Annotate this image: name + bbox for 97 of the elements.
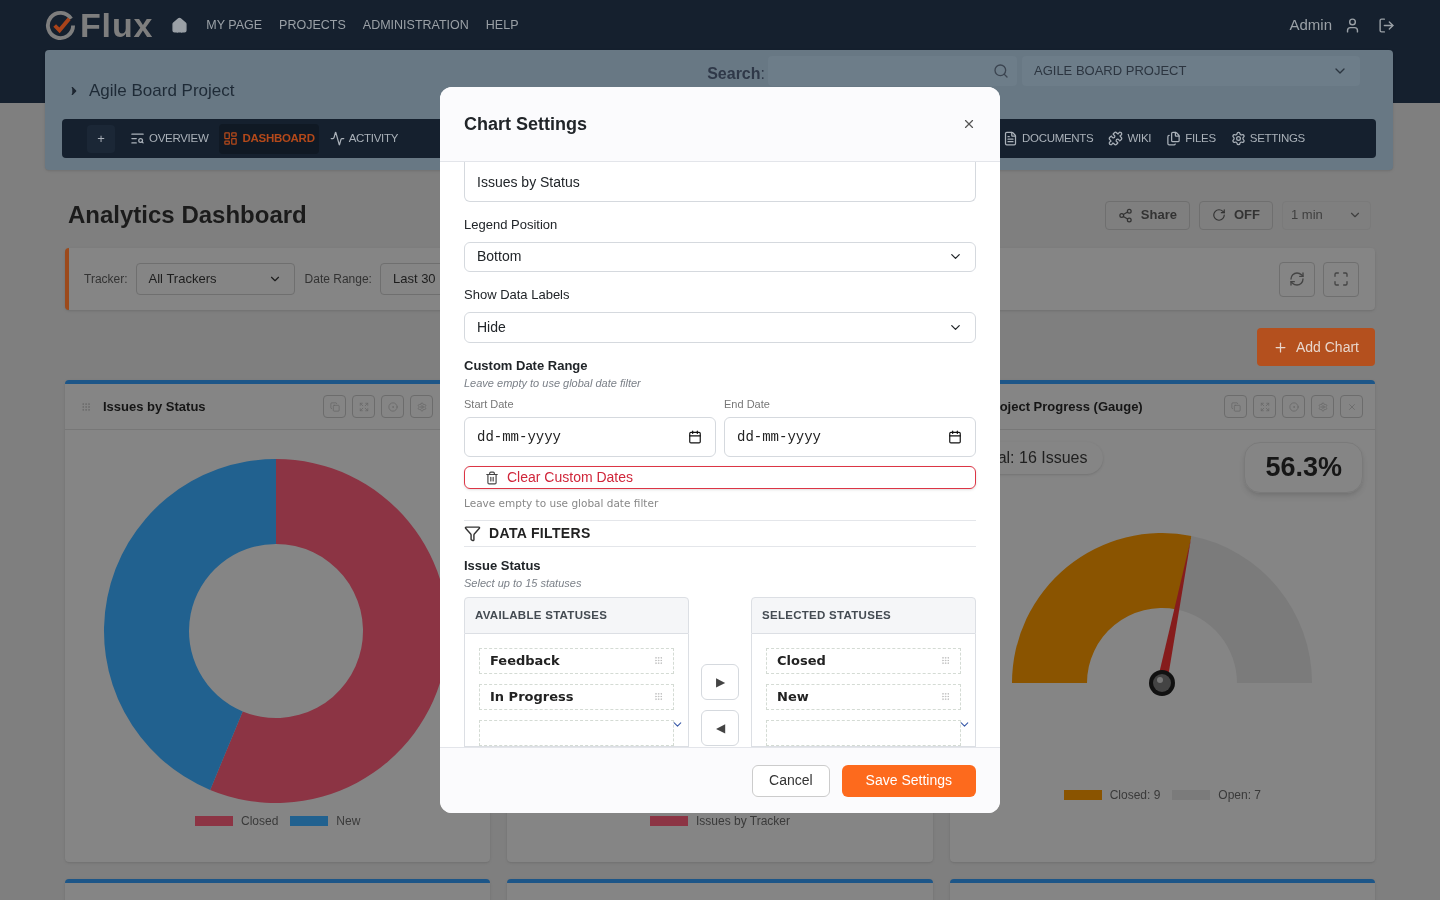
- calendar-icon[interactable]: [948, 430, 962, 445]
- filter-label: Date Range:: [304, 271, 372, 288]
- copy-button[interactable]: [1224, 395, 1247, 418]
- status-item[interactable]: Feedback: [479, 648, 674, 674]
- legend-label: New: [336, 813, 361, 830]
- search-field[interactable]: [768, 56, 1017, 86]
- project-title: Agile Board Project: [89, 80, 235, 102]
- nav-tab[interactable]: OVERVIEW: [126, 123, 213, 154]
- circle-dot-button[interactable]: [381, 395, 405, 418]
- search-icon: [993, 63, 1009, 79]
- nav-tab[interactable]: ACTIVITY: [325, 123, 403, 154]
- trash-icon: [485, 470, 499, 485]
- settings-button[interactable]: [410, 395, 434, 418]
- puzzle-icon: [1108, 131, 1124, 146]
- expand-button[interactable]: [1253, 395, 1276, 418]
- search-label: Search:: [707, 64, 765, 84]
- nav-tab[interactable]: SETTINGS: [1226, 123, 1309, 154]
- close-icon: [962, 117, 976, 131]
- nav-tab[interactable]: WIKI: [1104, 123, 1156, 154]
- page-title: Analytics Dashboard: [67, 200, 307, 230]
- field-label: Start Date: [464, 396, 515, 412]
- nav-link[interactable]: PROJECTS: [279, 15, 346, 35]
- nav-link[interactable]: HELP: [485, 15, 519, 35]
- status-item[interactable]: Closed: [766, 648, 961, 674]
- logout-icon[interactable]: [1378, 16, 1395, 34]
- logo-text: Flux: [80, 8, 154, 42]
- drag-handle-icon[interactable]: [654, 656, 663, 666]
- hint-text: Leave empty to use global date filter: [464, 376, 642, 392]
- legend-label: Closed: 9: [1109, 787, 1161, 804]
- status-item[interactable]: New: [766, 684, 961, 710]
- legend-position-select[interactable]: Bottom: [464, 241, 976, 273]
- dialog-title: Chart Settings: [464, 112, 587, 136]
- expand-icon: [1259, 401, 1270, 412]
- drag-handle-icon[interactable]: [941, 656, 950, 666]
- settings-button[interactable]: [1311, 395, 1334, 418]
- nav-tab[interactable]: DOCUMENTS: [998, 123, 1098, 154]
- close-button[interactable]: [962, 117, 976, 131]
- legend-label: Issues by Tracker: [695, 813, 790, 830]
- field-label: Custom Date Range: [464, 356, 589, 375]
- home-icon[interactable]: [171, 16, 189, 34]
- filter-icon: [464, 524, 481, 542]
- legend-label: Closed: [240, 813, 279, 830]
- files-icon: [1166, 131, 1182, 146]
- drag-handle-icon[interactable]: [941, 692, 950, 702]
- circle-dot-button[interactable]: [1282, 395, 1305, 418]
- list-header: AVAILABLE STATUSES: [464, 597, 689, 634]
- card-title: oject Progress (Gauge): [999, 397, 1144, 416]
- document-icon: [1002, 131, 1018, 146]
- date-field[interactable]: dd-mm-yyyy: [724, 417, 976, 458]
- pulse-icon: [329, 131, 345, 146]
- dashboard-icon: [223, 131, 239, 146]
- copy-button[interactable]: [323, 395, 347, 418]
- plus-icon: [1272, 339, 1288, 355]
- field-label: Show Data Labels: [464, 286, 571, 305]
- copy-icon: [1230, 401, 1241, 412]
- user-name: Admin: [1289, 14, 1332, 35]
- move-right-button[interactable]: ▶: [701, 664, 739, 700]
- field-label: Legend Position: [464, 216, 559, 234]
- copy-icon: [329, 401, 340, 412]
- field-label: End Date: [724, 396, 771, 412]
- refresh-button[interactable]: [1279, 261, 1315, 297]
- expand-icon: [358, 401, 369, 412]
- nav-tab[interactable]: FILES: [1162, 123, 1220, 154]
- share-icon: [1117, 207, 1133, 223]
- chart-title-field[interactable]: Issues by Status: [464, 162, 976, 202]
- fullscreen-button[interactable]: [1323, 261, 1359, 297]
- refresh-icon: [1212, 208, 1226, 222]
- move-left-button[interactable]: ◀: [701, 710, 739, 746]
- calendar-icon[interactable]: [688, 430, 702, 445]
- fullscreen-icon: [1333, 271, 1349, 287]
- hint-text: Select up to 15 statuses: [464, 576, 583, 592]
- filter-label: Tracker:: [84, 271, 128, 288]
- card-title: Issues by Status: [103, 397, 207, 416]
- legend-label: Open: 7: [1218, 787, 1262, 804]
- clear-dates-button[interactable]: Clear Custom Dates: [464, 466, 976, 490]
- list-header: SELECTED STATUSES: [751, 597, 976, 634]
- refresh-icon: [1289, 271, 1305, 287]
- expand-button[interactable]: [352, 395, 376, 418]
- drag-handle-icon[interactable]: [81, 401, 91, 412]
- hint-text: Leave empty to use global date filter: [464, 496, 660, 512]
- add-tab-button[interactable]: +: [87, 124, 115, 153]
- status-item[interactable]: In Progress: [479, 684, 674, 710]
- settings-icon: [1230, 131, 1246, 146]
- date-field[interactable]: dd-mm-yyyy: [464, 417, 716, 458]
- nav-link[interactable]: ADMINISTRATION: [362, 15, 469, 35]
- logo-icon: [45, 9, 76, 41]
- user-icon[interactable]: [1344, 16, 1361, 34]
- add-chart-button[interactable]: Add Chart: [1256, 328, 1375, 366]
- cancel-button[interactable]: Cancel: [752, 764, 830, 797]
- field-label: Issue Status: [464, 557, 542, 575]
- nav-link[interactable]: MY PAGE: [206, 15, 263, 35]
- tracker-select[interactable]: All Trackers: [135, 263, 295, 295]
- list-search-icon: [130, 131, 145, 146]
- section-heading: DATA FILTERS: [489, 523, 591, 543]
- drag-handle-icon[interactable]: [654, 692, 663, 702]
- data-labels-select[interactable]: Hide: [464, 311, 976, 343]
- percent-value: 56.3%: [1244, 442, 1363, 493]
